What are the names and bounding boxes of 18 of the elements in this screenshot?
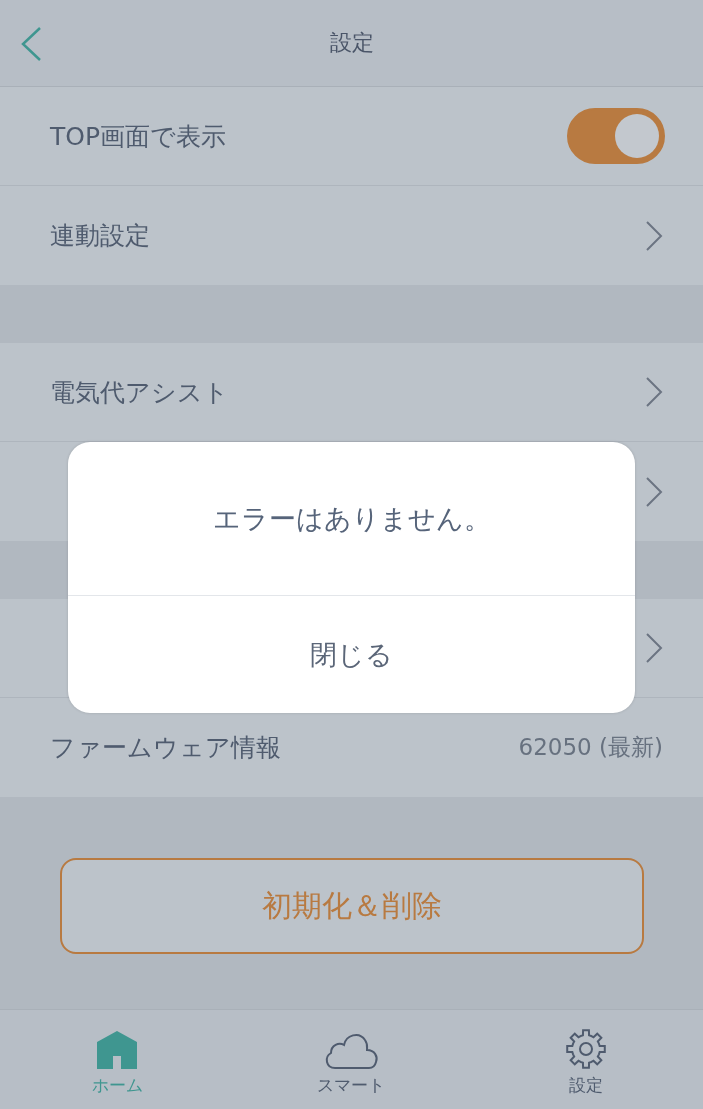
chevron-right-icon <box>645 219 663 252</box>
house-icon <box>96 1030 139 1070</box>
row-value: 62050 (最新) <box>518 733 663 762</box>
dialog-message: エラーはありません。 <box>212 501 491 536</box>
chevron-right-icon <box>645 475 663 508</box>
close-button[interactable]: 閉じる <box>68 596 635 713</box>
reset-button[interactable]: 初期化＆削除 <box>59 858 644 954</box>
setting-label: ファームウェア情報 <box>50 732 282 764</box>
toggle-switch[interactable] <box>567 108 665 164</box>
chevron-right-icon <box>645 376 663 408</box>
setting-label: 電気代アシスト <box>50 376 230 409</box>
setting-label: TOP画面で表示 <box>50 120 228 153</box>
tab[interactable]: スマート <box>261 1010 442 1109</box>
settings-icon <box>564 1028 607 1070</box>
chevron-right-icon <box>645 632 663 664</box>
setting-label: 連動設定 <box>50 220 151 252</box>
tab[interactable]: 設定 <box>495 1010 676 1109</box>
screen-title: 設定 <box>329 29 374 57</box>
